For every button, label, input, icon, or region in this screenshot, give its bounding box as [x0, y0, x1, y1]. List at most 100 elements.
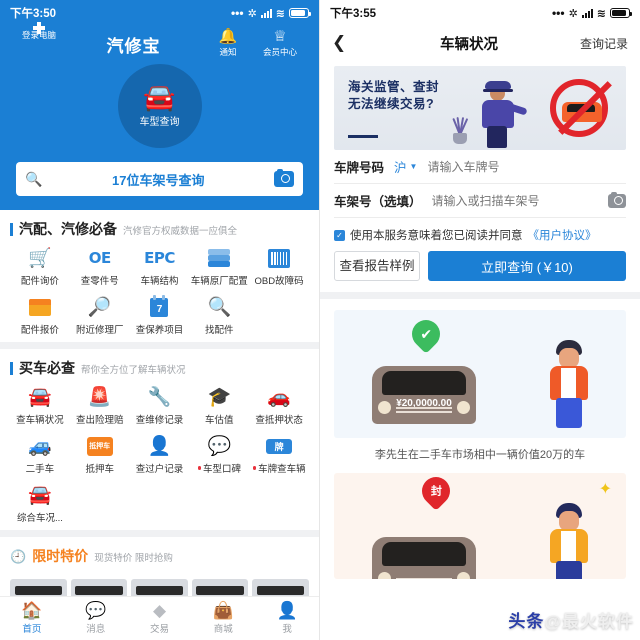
vin-search-bar[interactable]: 🔍 17位车架号查询: [16, 162, 303, 196]
new-dot-indicator: [197, 466, 202, 470]
plate-number-input[interactable]: [427, 159, 626, 174]
grid-item-used-car[interactable]: 🚙 二手车: [10, 434, 70, 475]
person-illustration: [544, 340, 596, 428]
left-phone-screen: 下午3:50 ••• ✲ ≋ 登录电脑 汽修宝 🔔 通知 ♕ 会员中心 🚘 车型…: [0, 0, 320, 640]
banner-line-1: 海关监管、查封: [348, 80, 440, 94]
camera-icon[interactable]: [274, 169, 294, 187]
battery-icon: [610, 8, 632, 18]
grid-item-oe-number[interactable]: OE 查零件号: [70, 246, 130, 287]
model-query-button[interactable]: 🚘 车型查询: [117, 64, 202, 148]
tab-mall[interactable]: 👜 商城: [191, 602, 255, 636]
grid-item-model-reputation[interactable]: 💬 车型口碑: [189, 434, 249, 475]
plate-icon: 牌: [266, 434, 293, 458]
status-icons: ••• ✲ ≋: [231, 7, 311, 20]
bell-icon: 🔔: [218, 28, 238, 45]
bluetooth-icon: ✲: [247, 7, 257, 20]
grid-item-label: OBD故障码: [254, 276, 304, 287]
grid-item-mortgage-status[interactable]: 🚗 查抵押状态: [249, 385, 309, 426]
section-accent-bar: [10, 362, 13, 375]
grid-item-insurance-claim[interactable]: 🚨 查出险理赔: [70, 385, 130, 426]
seal-pin-icon: 封: [416, 473, 456, 511]
section-divider: [0, 530, 319, 537]
more-dots-icon: •••: [551, 6, 565, 20]
province-select[interactable]: 沪 ▼: [394, 157, 417, 176]
notification-button[interactable]: 🔔 通知: [205, 28, 251, 58]
bluetooth-icon: ✲: [568, 7, 578, 20]
back-chevron-icon[interactable]: ❮: [332, 33, 372, 53]
repair-icon: 🔧: [147, 387, 172, 408]
watermark: 头条@最火软件: [508, 607, 634, 632]
province-value: 沪: [394, 161, 407, 175]
checkbox-checked-icon[interactable]: ✓: [334, 229, 345, 241]
police-officer-illustration: [476, 76, 528, 148]
grid-item-label: 二手车: [25, 464, 55, 475]
grid-item-overall-condition[interactable]: 🚘 综合车况...: [10, 483, 70, 524]
hero-top-bar: 登录电脑 汽修宝 🔔 通知 ♕ 会员中心: [10, 22, 309, 58]
query-history-button[interactable]: 查询记录: [566, 35, 628, 52]
grid-item-transfer-record[interactable]: 👤 查过户记录: [130, 434, 190, 475]
grid-item-plate-lookup[interactable]: 牌 车牌查车辆: [249, 434, 309, 475]
promo-banner[interactable]: 海关监管、查封 无法继续交易?: [334, 66, 626, 150]
user-agreement-link[interactable]: 《用户协议》: [528, 227, 597, 243]
mortgage-car-icon: 🚗: [267, 387, 291, 408]
view-sample-report-button[interactable]: 查看报告样例: [334, 251, 420, 281]
grid-item-vehicle-status[interactable]: 🚘 查车辆状况: [10, 385, 70, 426]
new-dot-indicator: [252, 466, 257, 470]
plate-number-row[interactable]: 车牌号码 沪 ▼: [334, 150, 626, 184]
grid-item-repair-record[interactable]: 🔧 查维修记录: [130, 385, 190, 426]
tab-profile[interactable]: 👤 我: [255, 602, 319, 636]
grid-item-parts-quote[interactable]: 配件报价: [10, 295, 70, 336]
car-front-icon: 🚘: [143, 82, 176, 112]
grid-item-label: 车辆结构: [140, 276, 179, 287]
car-overview-icon: 🚘: [28, 485, 52, 506]
tab-home[interactable]: 🏠 首页: [0, 602, 64, 636]
member-center-button[interactable]: ♕ 会员中心: [257, 28, 303, 58]
grid-item-mortgage-car[interactable]: 抵押车 抵押车: [70, 434, 130, 475]
agreement-row[interactable]: ✓ 使用本服务意味着您已阅读并同意 《用户协议》: [334, 227, 626, 243]
deal-section-subtitle: 现货特价 限时抢购: [94, 553, 173, 564]
login-pc-button[interactable]: 登录电脑: [16, 22, 62, 41]
grid-item-label: 找配件: [205, 325, 234, 336]
grid-item-label-text: 车牌查车辆: [258, 464, 306, 475]
tab-label: 交易: [149, 624, 169, 635]
banner-text: 海关监管、查封 无法继续交易?: [348, 79, 439, 113]
grid-item-label: 查零件号: [80, 276, 119, 287]
grid-item-valuation[interactable]: 🎓 车估值: [189, 385, 249, 426]
camera-icon[interactable]: [608, 191, 626, 208]
vin-row[interactable]: 车架号（选填）: [334, 184, 626, 218]
vin-label: 车架号（选填）: [334, 195, 422, 209]
grid-item-oem-config[interactable]: 车辆原厂配置: [189, 246, 249, 287]
cellular-signal-icon: [260, 8, 272, 18]
grid-item-label: 车估值: [205, 415, 234, 426]
grid-item-find-parts[interactable]: 🔍 找配件: [189, 295, 249, 336]
parts-section: 汽配、汽修必备 汽修官方权威数据一应俱全 🛒 配件询价 OE 查零件号 EPC …: [0, 210, 319, 342]
grid-item-label: 配件询价: [20, 276, 59, 287]
cart-icon: 🛒: [28, 248, 52, 269]
tab-messages[interactable]: 💬 消息: [64, 602, 128, 636]
buy-grid: 🚘 查车辆状况 🚨 查出险理赔 🔧 查维修记录 🎓 车估值 🚗 查抵押状态 🚙 …: [10, 385, 309, 524]
watermark-prefix: 头条: [508, 612, 545, 631]
status-bar-right: 下午3:55 ••• ✲ ≋: [320, 0, 640, 26]
car-icon: 🚘: [28, 387, 52, 408]
grid-item-parts-inquiry[interactable]: 🛒 配件询价: [10, 246, 70, 287]
member-center-label: 会员中心: [262, 47, 297, 57]
comment-icon: 💬: [207, 436, 232, 457]
grid-item-vehicle-structure[interactable]: EPC 车辆结构: [130, 246, 190, 287]
deal-section-header: 🕘 限时特价 现货特价 限时抢购: [10, 546, 309, 566]
car-illustration: ¥20,0000.00: [372, 366, 476, 424]
used-car-icon: 🚙: [28, 436, 52, 457]
grid-item-label: 查出险理赔: [75, 415, 124, 426]
grid-item-maintenance-items[interactable]: 7 查保养项目: [130, 294, 190, 336]
parts-section-subtitle: 汽修官方权威数据一应俱全: [123, 226, 238, 237]
vin-input[interactable]: [431, 193, 598, 208]
tab-trade[interactable]: ◆ 交易: [128, 602, 192, 636]
model-query-label: 车型查询: [139, 117, 180, 128]
grid-item-label: 车牌查车辆: [252, 461, 306, 475]
battery-icon: [289, 8, 311, 18]
grid-item-nearby-garage[interactable]: 🔎 附近修理厂: [70, 295, 130, 336]
status-time: 下午3:50: [10, 8, 57, 20]
grid-item-obd-code[interactable]: OBD故障码: [249, 246, 309, 287]
query-now-button[interactable]: 立即查询 (￥10): [428, 251, 626, 281]
story-card-1: ✔ ¥20,0000.00: [334, 310, 626, 438]
clock-icon: 🕘: [10, 549, 27, 564]
